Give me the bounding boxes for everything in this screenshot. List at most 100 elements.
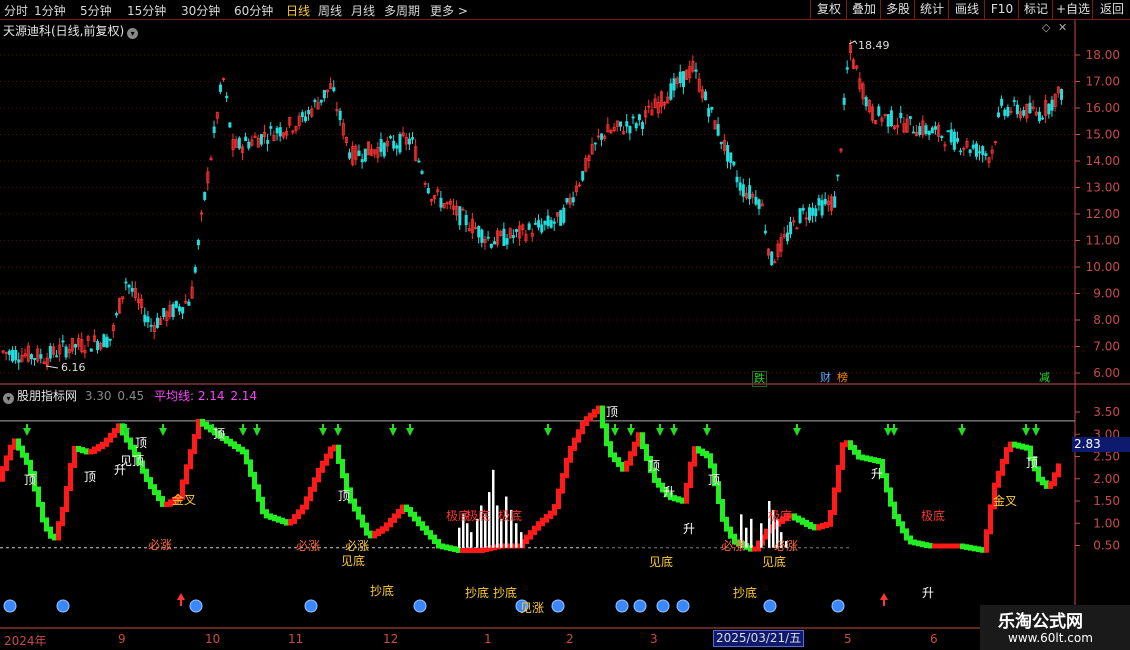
tf-5min[interactable]: 5分钟 (80, 2, 112, 19)
signal-label: 见底 (649, 554, 673, 569)
candle-body (763, 230, 767, 234)
candle-body (96, 341, 100, 351)
candle-body (1037, 111, 1041, 122)
candle-body (836, 174, 840, 177)
candle-body (247, 141, 251, 149)
tf-monthly[interactable]: 月线 (351, 2, 375, 19)
date-label: 3 (650, 632, 658, 646)
tf-daily[interactable]: 日线 (286, 2, 310, 19)
candle-body (565, 198, 569, 203)
candle-body (918, 126, 922, 135)
candle-body (974, 143, 978, 157)
candle-body (515, 229, 519, 232)
candle-body (502, 228, 506, 246)
chevron-down-icon[interactable]: ▾ (3, 393, 14, 404)
btn-duogu[interactable]: 多股 (880, 0, 915, 19)
candle-body (392, 140, 396, 149)
candle-body (940, 135, 944, 139)
chevron-down-icon[interactable]: ▾ (127, 28, 139, 39)
down-arrow-icon (627, 424, 635, 436)
candle-body (143, 314, 147, 323)
candle-body (770, 251, 774, 266)
candle-body (108, 338, 112, 341)
candle-body (480, 229, 484, 243)
tf-15min[interactable]: 15分钟 (127, 2, 166, 19)
candle-body (798, 208, 802, 223)
candle-body (382, 142, 386, 157)
tf-fenshi[interactable]: 分时 (4, 2, 28, 19)
btn-add-watchlist[interactable]: +自选 (1052, 0, 1093, 19)
btn-biaoji[interactable]: 标记 (1018, 0, 1053, 19)
btn-diejia[interactable]: 叠加 (846, 0, 881, 19)
event-tag-die[interactable]: 跌 (752, 371, 767, 387)
candle-body (710, 106, 714, 110)
btn-back[interactable]: 返回 (1092, 0, 1130, 19)
candle-body (801, 207, 805, 211)
signal-label: 必涨 (345, 538, 369, 553)
candle-body (978, 151, 982, 154)
event-tag-jian[interactable]: 减 (1038, 371, 1051, 385)
candle-body (732, 161, 736, 166)
candle-body (259, 134, 263, 145)
candle-body (672, 78, 676, 91)
white-bar (466, 523, 469, 548)
btn-huaxian[interactable]: 画线 (948, 0, 985, 19)
candle-body (303, 116, 307, 122)
tf-multi[interactable]: 多周期 (384, 2, 420, 19)
close-icon[interactable]: ✕ (1058, 21, 1067, 34)
candle-body (1041, 117, 1045, 120)
signal-label: 极底 (466, 508, 490, 523)
down-arrow-icon (1022, 424, 1030, 436)
low-marker (45, 365, 59, 369)
candle-body (181, 307, 185, 314)
candle-body (968, 149, 972, 153)
candle-body (924, 125, 928, 134)
btn-f10[interactable]: F10 (984, 0, 1019, 19)
signal-label: 顶 (606, 405, 618, 419)
candle-body (212, 126, 216, 133)
candle-body (593, 142, 597, 145)
btn-tongji[interactable]: 统计 (914, 0, 949, 19)
candle-body (237, 137, 241, 149)
candle-body (631, 116, 635, 119)
event-tag-bang[interactable]: 榜 (836, 371, 849, 385)
white-bar (745, 527, 748, 548)
white-bar (520, 532, 523, 548)
candle-body (7, 350, 11, 355)
candle-body (332, 87, 336, 92)
candle-body (949, 129, 953, 143)
candle-body (360, 159, 364, 163)
date-label: 2024年 (4, 634, 47, 648)
candle-body (1060, 89, 1064, 100)
candle-body (908, 116, 912, 119)
btn-fuquan[interactable]: 复权 (810, 0, 847, 19)
candle-body (348, 152, 352, 159)
candle-body (738, 182, 742, 191)
down-arrow-icon (1032, 424, 1040, 436)
ind-tick-label: 0.50 (1093, 539, 1120, 553)
price-tick-label: 14.00 (1086, 154, 1120, 168)
tf-1min[interactable]: 1分钟 (34, 2, 66, 19)
signal-label: 顶 (1026, 456, 1038, 470)
candle-body (952, 131, 956, 150)
candle-body (1003, 109, 1007, 116)
tf-30min[interactable]: 30分钟 (181, 2, 220, 19)
event-tag-cai[interactable]: 财 (819, 371, 832, 385)
price-tick-label: 15.00 (1086, 128, 1120, 142)
tf-weekly[interactable]: 周线 (318, 2, 342, 19)
signal-label: 金叉 (993, 493, 1017, 508)
candle-body (552, 221, 556, 224)
candle-body (748, 185, 752, 200)
candle-body (729, 152, 733, 163)
signal-bubble-icon (633, 599, 647, 613)
signal-bubble-icon (413, 599, 427, 613)
candle-body (600, 133, 604, 140)
down-arrow-icon (958, 424, 966, 436)
tf-more[interactable]: 更多 > (430, 2, 468, 19)
candle-body (543, 220, 547, 225)
diamond-icon[interactable]: ◇ (1042, 21, 1050, 34)
candle-body (845, 67, 849, 70)
tf-60min[interactable]: 60分钟 (234, 2, 273, 19)
price-tick-label: 8.00 (1093, 313, 1120, 327)
candle-body (319, 99, 323, 103)
